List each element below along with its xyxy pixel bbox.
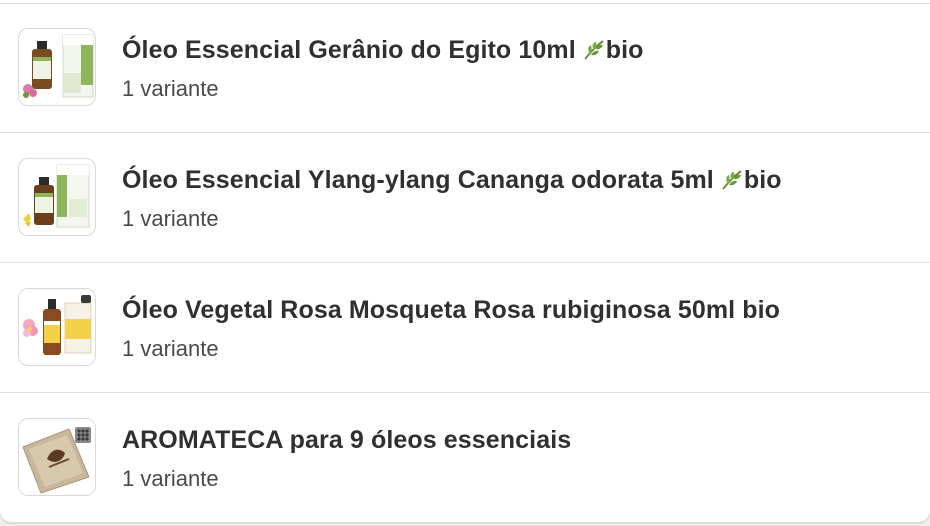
ylang-ylang-oil-product-image	[23, 164, 90, 228]
product-thumbnail	[18, 158, 96, 236]
product-title-text: Óleo Essencial Gerânio do Egito 10ml	[122, 36, 576, 64]
leaf-icon	[584, 40, 604, 60]
bio-badge-text: bio	[743, 166, 782, 194]
product-thumbnail	[18, 28, 96, 106]
product-title-text: Óleo Essencial Ylang-ylang Cananga odora…	[122, 166, 714, 194]
product-row[interactable]: Óleo Vegetal Rosa Mosqueta Rosa rubigino…	[0, 263, 930, 393]
leaf-icon	[722, 170, 742, 190]
variant-count: 1 variante	[122, 206, 219, 231]
variant-count: 1 variante	[122, 466, 219, 491]
geranium-oil-product-image	[23, 34, 94, 98]
product-title[interactable]: Óleo Vegetal Rosa Mosqueta Rosa rubigino…	[122, 296, 780, 325]
aromateca-box-product-image	[22, 427, 91, 494]
variant-count: 1 variante	[122, 336, 219, 361]
product-title[interactable]: AROMATECA para 9 óleos essenciais	[122, 426, 571, 455]
product-list-panel: Óleo Essencial Gerânio do Egito 10ml bio …	[0, 0, 930, 522]
product-row[interactable]: Óleo Essencial Gerânio do Egito 10ml bio …	[0, 3, 930, 133]
product-row[interactable]: Óleo Essencial Ylang-ylang Cananga odora…	[0, 133, 930, 263]
product-thumbnail	[18, 418, 96, 496]
bio-badge-text: bio	[605, 36, 644, 64]
product-thumbnail	[18, 288, 96, 366]
rosehip-oil-product-image	[23, 295, 92, 355]
variant-count: 1 variante	[122, 76, 219, 101]
product-title[interactable]: Óleo Essencial Ylang-ylang Cananga odora…	[122, 166, 782, 195]
product-row[interactable]: AROMATECA para 9 óleos essenciais 1 vari…	[0, 393, 930, 522]
product-title[interactable]: Óleo Essencial Gerânio do Egito 10ml bio	[122, 36, 644, 65]
